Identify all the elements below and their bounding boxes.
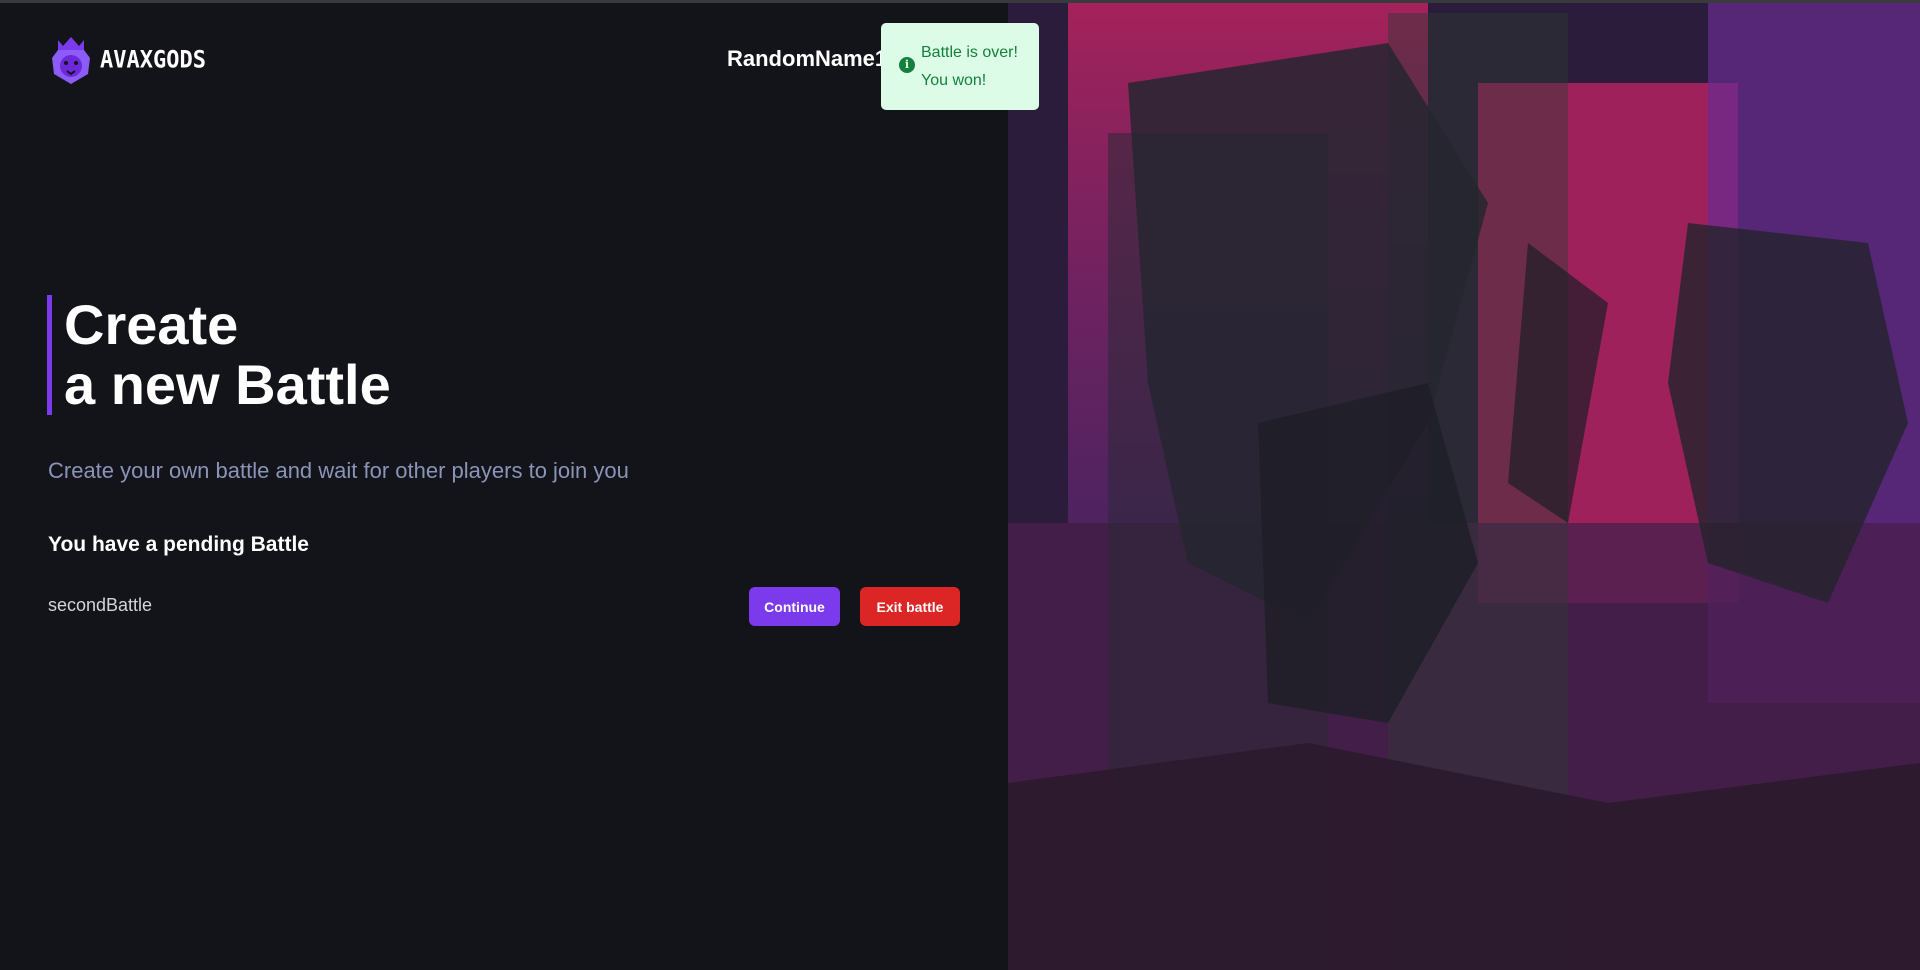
exit-battle-button[interactable]: Exit battle [860, 587, 960, 626]
page-title-line-1: Create [64, 293, 239, 356]
page-title-line-2: a new Battle [64, 353, 391, 416]
left-panel [0, 3, 1008, 970]
app-logo[interactable]: AVAXGODS [48, 34, 206, 86]
pending-battle-heading: You have a pending Battle [48, 533, 309, 556]
continue-button[interactable]: Continue [749, 587, 840, 626]
info-icon: i [899, 57, 915, 73]
pending-battle-name: secondBattle [48, 595, 153, 615]
notification-toast[interactable]: i Battle is over! You won! [881, 23, 1039, 110]
mech-artwork [1008, 3, 1920, 970]
hero-background-image [1008, 3, 1920, 970]
lion-crown-icon [52, 37, 90, 84]
page-subtitle: Create your own battle and wait for othe… [48, 458, 629, 483]
toast-message-title: Battle is over! [921, 44, 1018, 61]
player-name: RandomName12 [727, 46, 900, 71]
page-title: Create a new Battle [47, 295, 391, 415]
toast-message-body: You won! [921, 72, 987, 89]
logo-text: AVAXGODS [100, 46, 206, 74]
